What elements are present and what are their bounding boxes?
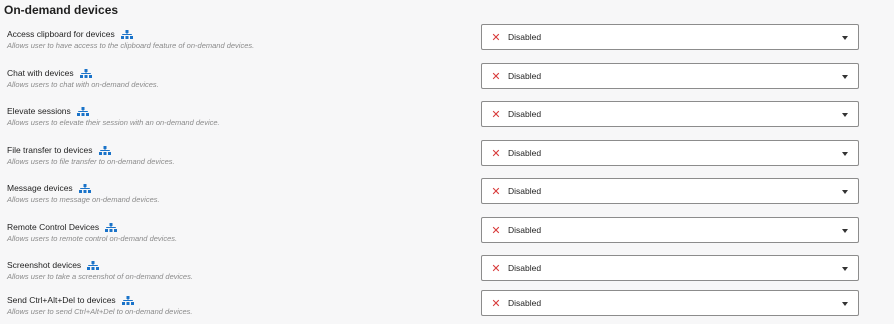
hierarchy-icon[interactable] [98, 145, 111, 155]
chevron-down-icon [842, 229, 848, 233]
setting-row-message: Message devices Allows users to message … [0, 175, 894, 213]
setting-row-elevate: Elevate sessions Allows users to elevate… [0, 98, 894, 136]
setting-row-access-clipboard: Access clipboard for devices Allows user… [0, 21, 894, 59]
setting-description: Allows users to message on-demand device… [7, 195, 160, 204]
hierarchy-icon[interactable] [76, 106, 89, 116]
setting-label: Message devices [7, 183, 73, 193]
chat-select[interactable]: ✕ Disabled [481, 63, 859, 89]
setting-label: File transfer to devices [7, 145, 93, 155]
hierarchy-icon[interactable] [87, 260, 100, 270]
elevate-select[interactable]: ✕ Disabled [481, 101, 859, 127]
setting-row-ctrl-alt-del: Send Ctrl+Alt+Del to devices Allows user… [0, 287, 894, 324]
setting-row-screenshot: Screenshot devices Allows user to take a… [0, 252, 894, 290]
setting-description: Allows user to take a screenshot of on-d… [7, 272, 193, 281]
setting-description: Allows user to send Ctrl+Alt+Del to on-d… [7, 307, 193, 316]
x-icon: ✕ [491, 146, 501, 160]
select-value: Disabled [508, 71, 542, 81]
select-value: Disabled [508, 186, 542, 196]
select-value: Disabled [508, 109, 542, 119]
setting-row-remote-control: Remote Control Devices Allows users to r… [0, 214, 894, 252]
select-value: Disabled [508, 32, 542, 42]
select-value: Disabled [508, 148, 542, 158]
hierarchy-icon[interactable] [78, 183, 91, 193]
chevron-down-icon [842, 190, 848, 194]
x-icon: ✕ [491, 261, 501, 275]
setting-description: Allows users to chat with on-demand devi… [7, 80, 159, 89]
x-icon: ✕ [491, 296, 501, 310]
setting-row-chat: Chat with devices Allows users to chat w… [0, 60, 894, 98]
chevron-down-icon [842, 152, 848, 156]
setting-label: Screenshot devices [7, 260, 82, 270]
x-icon: ✕ [491, 184, 501, 198]
hierarchy-icon[interactable] [105, 222, 118, 232]
file-transfer-select[interactable]: ✕ Disabled [481, 140, 859, 166]
on-demand-devices-panel: On-demand devices Access clipboard for d… [0, 0, 894, 324]
setting-label: Elevate sessions [7, 106, 71, 116]
select-value: Disabled [508, 263, 542, 273]
chevron-down-icon [842, 75, 848, 79]
remote-control-select[interactable]: ✕ Disabled [481, 217, 859, 243]
chevron-down-icon [842, 267, 848, 271]
chevron-down-icon [842, 113, 848, 117]
screenshot-select[interactable]: ✕ Disabled [481, 255, 859, 281]
select-value: Disabled [508, 225, 542, 235]
hierarchy-icon[interactable] [121, 295, 134, 305]
hierarchy-icon[interactable] [79, 68, 92, 78]
x-icon: ✕ [491, 223, 501, 237]
x-icon: ✕ [491, 69, 501, 83]
setting-label: Chat with devices [7, 68, 74, 78]
setting-description: Allows user to have access to the clipbo… [7, 41, 255, 50]
setting-description: Allows users to remote control on-demand… [7, 234, 178, 243]
setting-label: Remote Control Devices [7, 222, 100, 232]
select-value: Disabled [508, 298, 542, 308]
chevron-down-icon [842, 36, 848, 40]
section-title: On-demand devices [4, 3, 119, 17]
access-clipboard-select[interactable]: ✕ Disabled [481, 24, 859, 50]
setting-label: Access clipboard for devices [7, 29, 115, 39]
setting-description: Allows users to file transfer to on-dema… [7, 157, 175, 166]
setting-description: Allows users to elevate their session wi… [7, 118, 220, 127]
hierarchy-icon[interactable] [120, 29, 133, 39]
x-icon: ✕ [491, 30, 501, 44]
message-select[interactable]: ✕ Disabled [481, 178, 859, 204]
setting-row-file-transfer: File transfer to devices Allows users to… [0, 137, 894, 175]
chevron-down-icon [842, 302, 848, 306]
setting-label: Send Ctrl+Alt+Del to devices [7, 295, 116, 305]
x-icon: ✕ [491, 107, 501, 121]
ctrl-alt-del-select[interactable]: ✕ Disabled [481, 290, 859, 316]
